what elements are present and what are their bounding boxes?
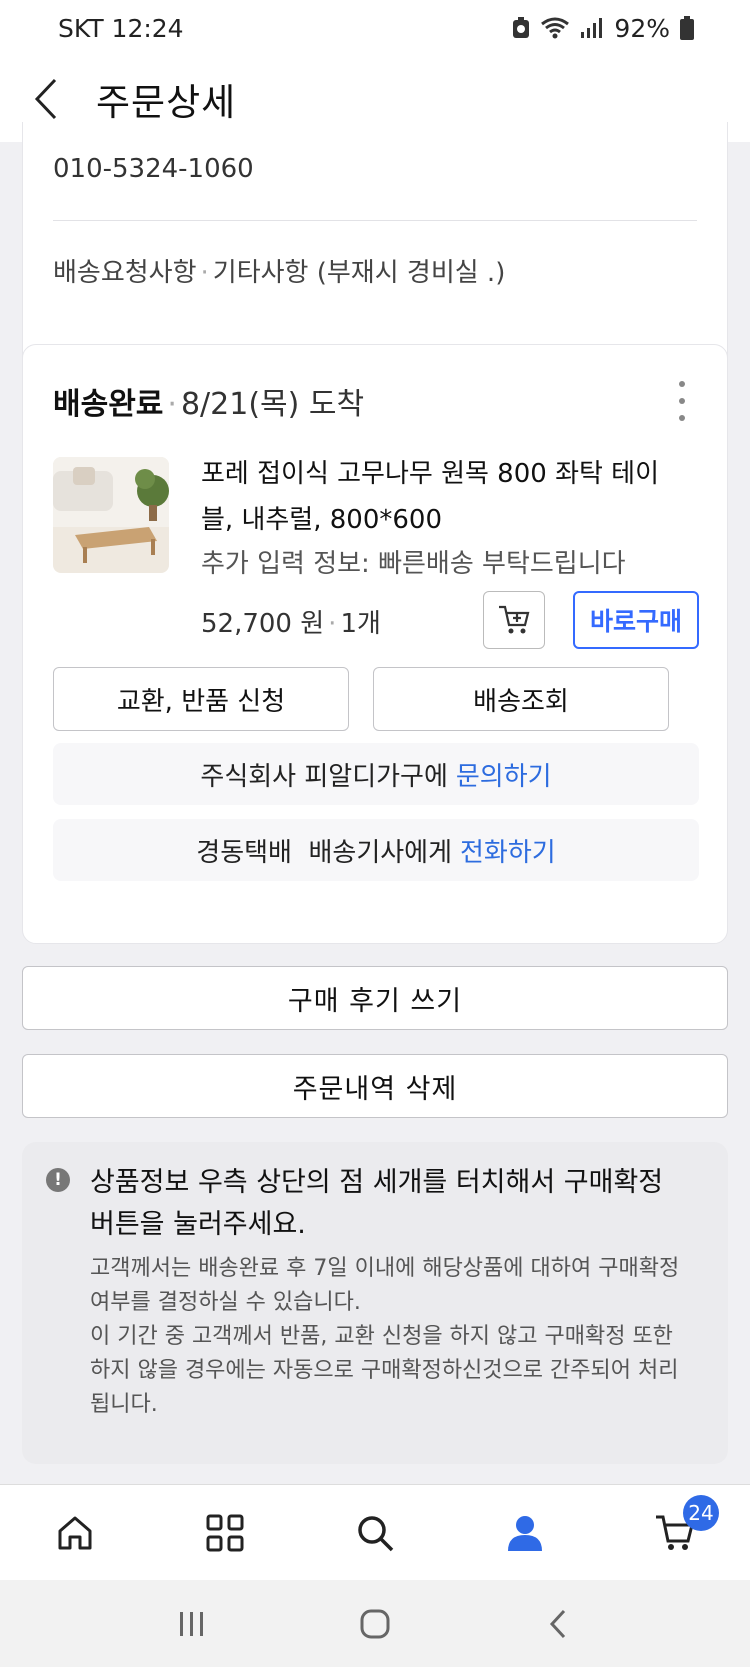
chevron-left-icon	[550, 1609, 566, 1638]
divider	[53, 220, 697, 221]
carrier-time: SKT 12:24	[58, 13, 184, 43]
system-navigation	[0, 1580, 750, 1667]
wifi-icon	[541, 17, 570, 39]
nav-search[interactable]	[335, 1493, 415, 1573]
nav-home[interactable]	[35, 1493, 115, 1573]
delivery-request-value: 기타사항 (부재시 경비실 .)	[212, 258, 506, 288]
seller-inquiry: 주식회사 피알디가구에 문의하기	[53, 743, 699, 805]
delivery-status: 배송완료 · 8/21(목) 도착	[53, 379, 364, 423]
page-title: 주문상세	[96, 81, 237, 124]
notice-body: 고객께서는 배송완료 후 7일 이내에 해당상품에 대하여 구매확정 여부를 결…	[90, 1252, 694, 1422]
delivery-request: 배송요청사항 · 기타사항 (부재시 경비실 .)	[53, 258, 506, 288]
nav-my-page[interactable]	[485, 1493, 565, 1573]
recent-apps-icon	[179, 1611, 203, 1636]
nav-cart[interactable]: 24	[635, 1493, 719, 1573]
product-name[interactable]: 포레 접이식 고무나무 원목 800 좌탁 테이블, 내추럴, 800*600	[201, 451, 691, 543]
notice-headline: 상품정보 우측 상단의 점 세개를 터치해서 구매확정 버튼을 눌러주세요.	[90, 1167, 664, 1240]
user-icon	[508, 1515, 542, 1551]
cart-add-icon	[499, 605, 530, 634]
home-button[interactable]	[335, 1594, 415, 1654]
bottom-navigation: 24	[0, 1484, 750, 1580]
system-back-button[interactable]	[518, 1594, 598, 1654]
seller-inquiry-link[interactable]: 문의하기	[456, 756, 552, 793]
signal-icon	[581, 18, 603, 38]
product-quantity: 1개	[340, 609, 381, 639]
chevron-left-icon	[34, 78, 57, 120]
recipient-phone: 010-5324-1060	[53, 154, 254, 184]
cart-badge: 24	[683, 1494, 719, 1531]
arrival-date: 8/21(목) 도착	[180, 387, 365, 422]
product-thumbnail[interactable]	[53, 457, 169, 573]
product-option: 추가 입력 정보: 빠른배송 부탁드립니다	[201, 549, 626, 579]
price-quantity: 52,700 원 · 1개	[201, 609, 381, 639]
recent-apps-button[interactable]	[152, 1594, 232, 1654]
courier-call: 경동택배 배송기사에게 전화하기	[53, 819, 699, 881]
order-card: 배송완료 · 8/21(목) 도착 포레 접이식 고무나무 원목 800 좌탁 테이…	[22, 344, 728, 944]
status-bar: SKT 12:24 92%	[0, 0, 750, 56]
track-delivery-button[interactable]: 배송조회	[373, 667, 669, 731]
write-review-button[interactable]: 구매 후기 쓰기	[22, 966, 728, 1030]
alert-icon: !	[46, 1168, 70, 1192]
back-button[interactable]	[26, 74, 66, 124]
battery-icon	[680, 16, 694, 40]
delete-order-button[interactable]: 주문내역 삭제	[22, 1054, 728, 1118]
search-icon	[358, 1515, 394, 1551]
product-price: 52,700 원	[201, 609, 325, 639]
courier-call-link[interactable]: 전화하기	[460, 832, 556, 869]
purchase-confirm-notice: ! 상품정보 우측 상단의 점 세개를 터치해서 구매확정 버튼을 눌러주세요.…	[22, 1142, 728, 1464]
more-dots-icon	[679, 381, 685, 387]
courier-text: 경동택배 배송기사에게	[196, 837, 453, 868]
buy-now-button[interactable]: 바로구매	[573, 591, 699, 649]
battery-saver-icon	[513, 17, 530, 38]
notice-body-1: 고객께서는 배송완료 후 7일 이내에 해당상품에 대하여 구매확정 여부를 결…	[90, 1256, 680, 1315]
grid-icon	[206, 1514, 244, 1551]
battery-percent: 92%	[614, 13, 670, 43]
seller-text: 주식회사 피알디가구에	[200, 761, 448, 792]
nav-categories[interactable]	[185, 1493, 265, 1573]
home-icon	[58, 1516, 92, 1549]
delivery-status-label: 배송완료	[53, 387, 164, 422]
notice-body-2: 이 기간 중 고객께서 반품, 교환 신청을 하지 않고 구매확정 또한 하지 …	[90, 1324, 679, 1417]
exchange-return-button[interactable]: 교환, 반품 신청	[53, 667, 349, 731]
delivery-request-label: 배송요청사항	[53, 258, 197, 288]
more-options-button[interactable]	[667, 381, 697, 421]
home-circle-icon	[360, 1609, 390, 1638]
add-to-cart-button[interactable]	[483, 591, 545, 649]
